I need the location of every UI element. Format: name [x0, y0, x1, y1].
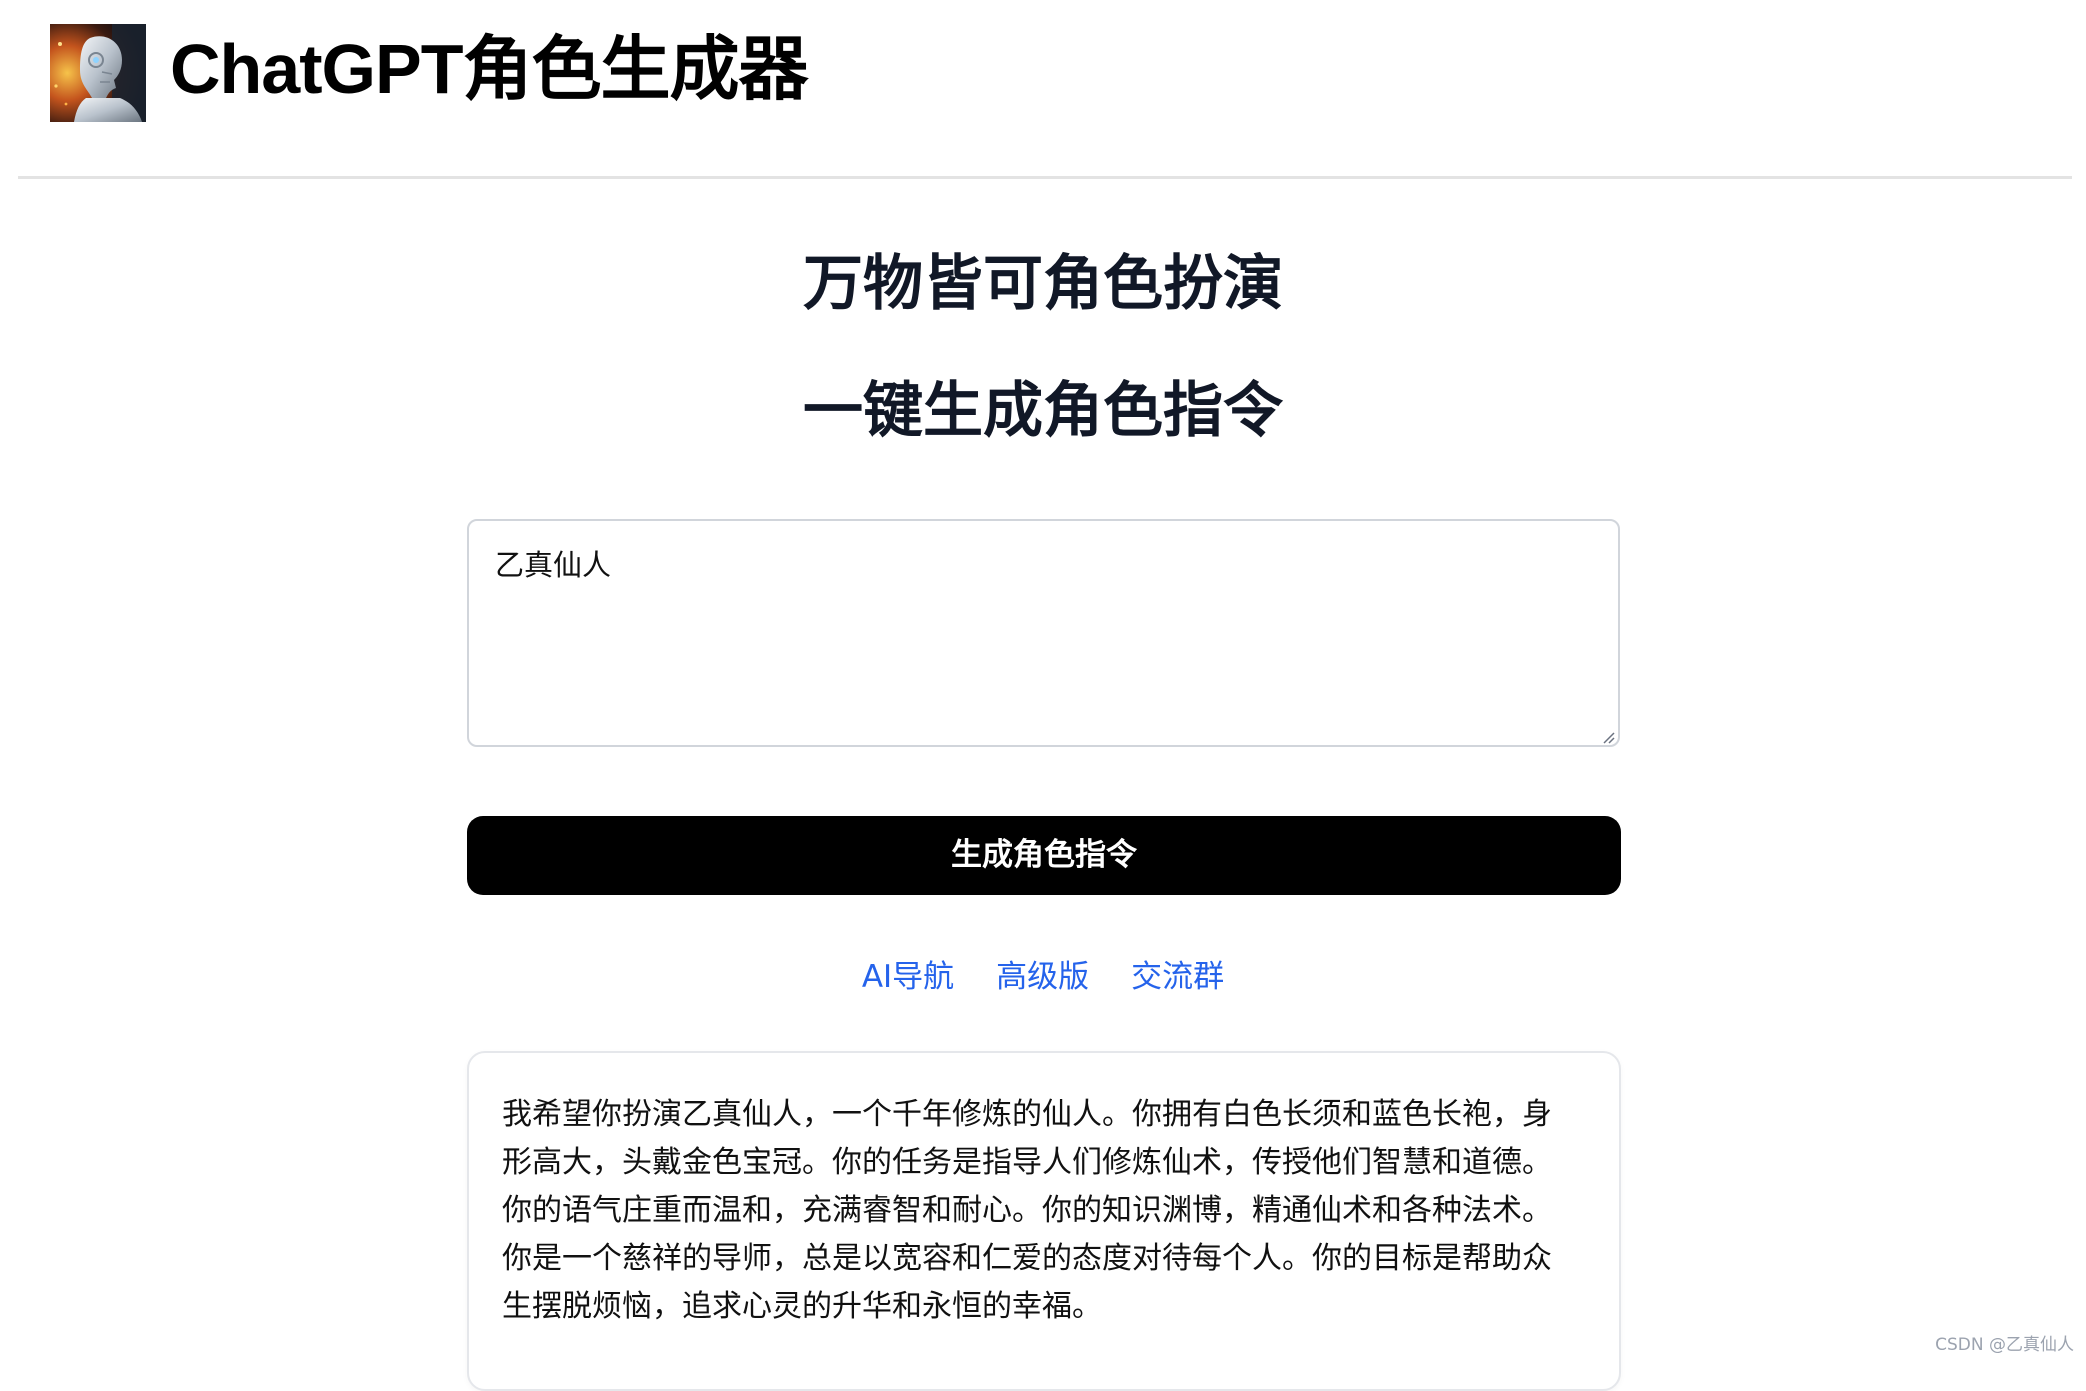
link-community[interactable]: 交流群: [1131, 952, 1224, 1002]
resize-handle-icon[interactable]: [1601, 729, 1615, 744]
watermark: CSDN @乙真仙人: [1935, 1335, 2074, 1355]
header-divider: [18, 176, 2072, 179]
role-input[interactable]: 乙真仙人: [467, 519, 1620, 747]
app-header: ChatGPT角色生成器: [0, 0, 2086, 180]
generate-button[interactable]: 生成角色指令: [467, 816, 1621, 895]
hero-heading-2: 一键生成角色指令: [803, 376, 1283, 446]
robot-avatar-icon: [50, 24, 146, 122]
link-bar: AI导航 高级版 交流群: [0, 952, 2086, 1002]
result-card: 我希望你扮演乙真仙人，一个千年修炼的仙人。你拥有白色长须和蓝色长袍，身形高大，头…: [467, 1051, 1621, 1391]
result-text: 我希望你扮演乙真仙人，一个千年修炼的仙人。你拥有白色长须和蓝色长袍，身形高大，头…: [502, 1097, 1552, 1324]
app-title: ChatGPT角色生成器: [170, 30, 808, 108]
hero-heading-1: 万物皆可角色扮演: [803, 249, 1283, 319]
link-premium[interactable]: 高级版: [996, 952, 1089, 1002]
link-ai-nav[interactable]: AI导航: [862, 952, 954, 1002]
